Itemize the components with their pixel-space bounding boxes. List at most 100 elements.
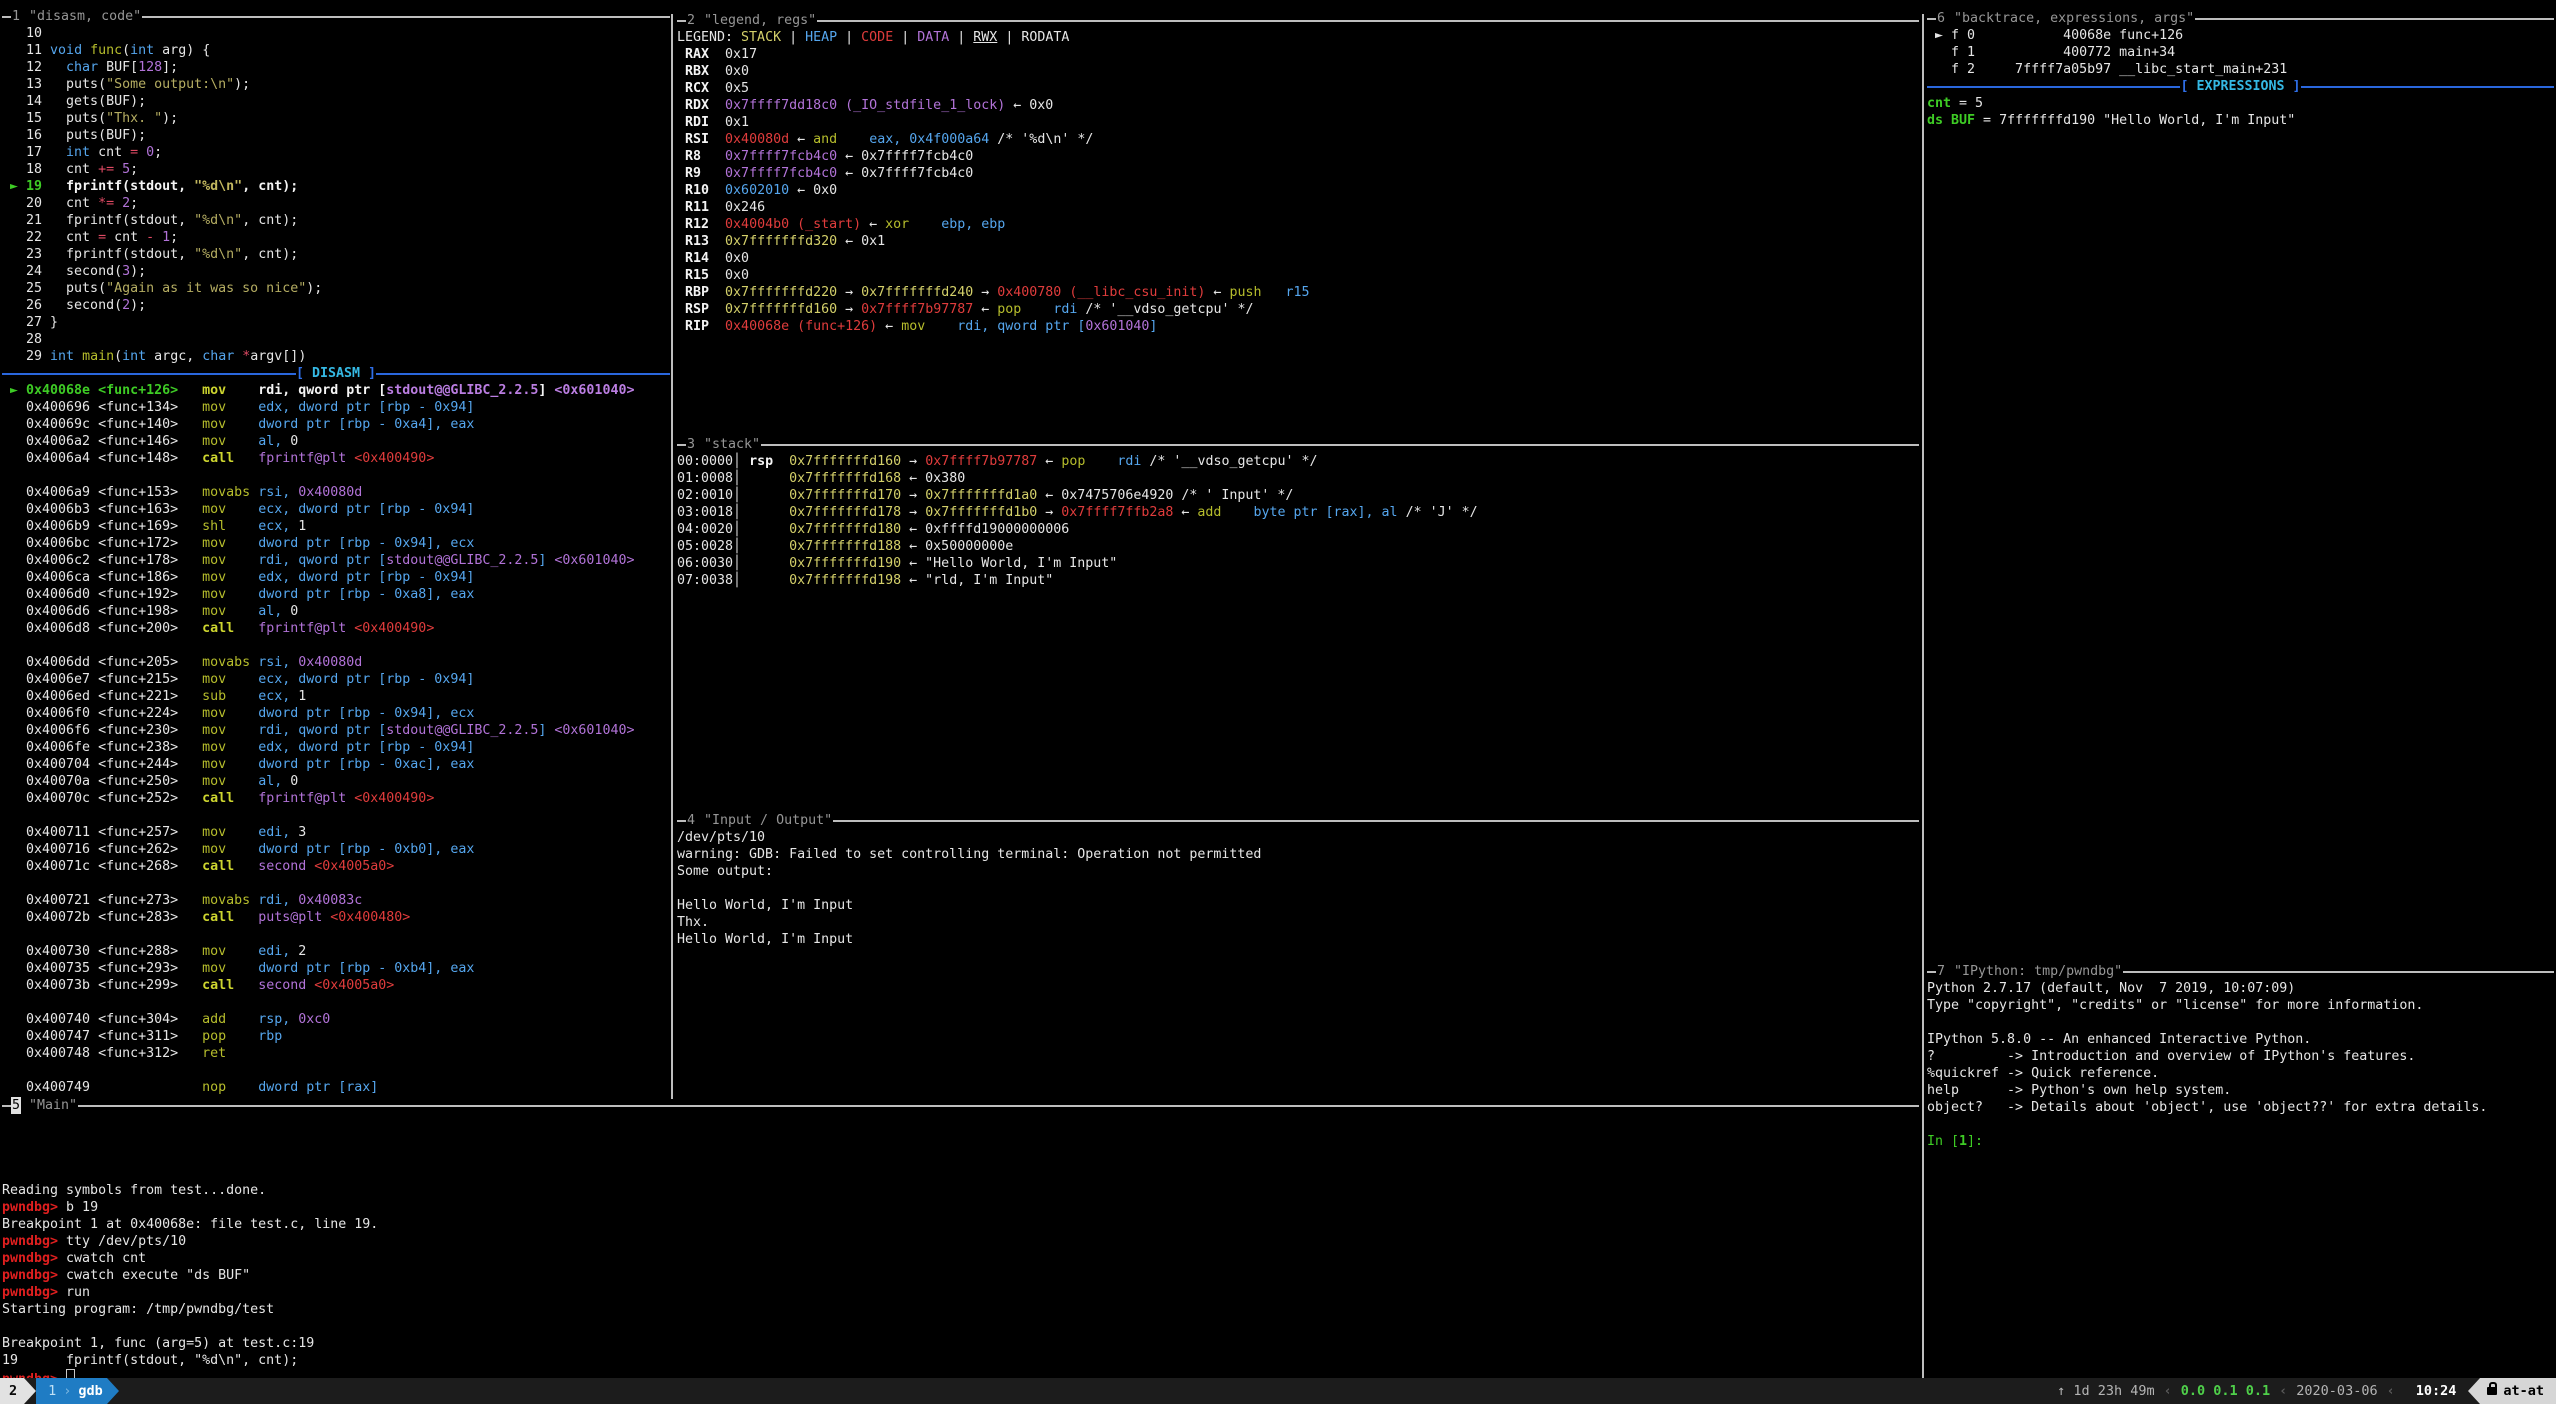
terminal-blank-line	[2, 1318, 1919, 1335]
terminal-line: 0x400748 <func+312> ret	[2, 1045, 670, 1062]
terminal-line: R13 0x7fffffffd320 ← 0x1	[677, 233, 1919, 250]
pane-backtrace-expressions[interactable]: 6 "backtrace, expressions, args" ► f 0 4…	[1927, 10, 2554, 129]
terminal-blank-line	[1927, 1014, 2554, 1031]
terminal-line: 0x40070c <func+252> call fprintf@plt <0x…	[2, 790, 670, 807]
terminal-line: 02:0010│ 0x7fffffffd170 → 0x7fffffffd1a0…	[677, 487, 1919, 504]
terminal-line: pwndbg> cwatch execute "ds BUF"	[2, 1267, 1919, 1284]
terminal-line: 0x40070a <func+250> mov al, 0	[2, 773, 670, 790]
terminal-line: R15 0x0	[677, 267, 1919, 284]
tmux-session-badge[interactable]: 2	[0, 1378, 24, 1404]
terminal-line: 18 cnt += 5;	[2, 161, 670, 178]
lock-icon	[2487, 1387, 2497, 1395]
pane-legend-regs[interactable]: 2 "legend, regs"LEGEND: STACK | HEAP | C…	[677, 12, 1919, 335]
terminal-line: 17 int cnt = 0;	[2, 144, 670, 161]
pane-stack[interactable]: 3 "stack"00:0000│ rsp 0x7fffffffd160 → 0…	[677, 436, 1919, 589]
terminal-line: 0x400735 <func+293> mov dword ptr [rbp -…	[2, 960, 670, 977]
pane-title: 2 "legend, regs"	[677, 12, 1919, 29]
terminal-line: 0x4006e7 <func+215> mov ecx, dword ptr […	[2, 671, 670, 688]
pane-main-gdb-console[interactable]: 5 "Main"Reading symbols from test...done…	[2, 1097, 1919, 1386]
terminal-line: 0x400704 <func+244> mov dword ptr [rbp -…	[2, 756, 670, 773]
terminal-line: R11 0x246	[677, 199, 1919, 216]
date-indicator: 2020-03-06	[2296, 1383, 2377, 1399]
terminal-line: RSI 0x40080d ← and eax, 0x4f000a64 /* '%…	[677, 131, 1919, 148]
terminal-line: Reading symbols from test...done.	[2, 1182, 1919, 1199]
pane-divider-vertical-left[interactable]	[671, 14, 673, 1099]
tmux-window-tab-gdb[interactable]: 1 › gdb	[36, 1378, 107, 1404]
terminal-line: 0x4006a4 <func+148> call fprintf@plt <0x…	[2, 450, 670, 467]
terminal-line: 11 void func(int arg) {	[2, 42, 670, 59]
terminal-line: 19 fprintf(stdout, "%d\n", cnt);	[2, 1352, 1919, 1369]
status-left: 2 1 › gdb	[0, 1378, 119, 1404]
terminal-blank-line	[1927, 1116, 2554, 1133]
terminal-line: 0x4006d0 <func+192> mov dword ptr [rbp -…	[2, 586, 670, 603]
terminal-line: 10	[2, 25, 670, 42]
terminal-line: 15 puts("Thx. ");	[2, 110, 670, 127]
terminal-line: 0x4006b3 <func+163> mov ecx, dword ptr […	[2, 501, 670, 518]
terminal-line: 0x40073b <func+299> call second <0x4005a…	[2, 977, 670, 994]
terminal-blank-line	[2, 1114, 1919, 1131]
terminal-line: 24 second(3);	[2, 263, 670, 280]
pane-divider-vertical-right[interactable]	[1922, 14, 1924, 1378]
terminal-blank-line	[2, 926, 670, 943]
pane-disasm-code[interactable]: 1 "disasm, code" 10 11 void func(int arg…	[2, 8, 670, 1096]
terminal-line: 03:0018│ 0x7fffffffd178 → 0x7fffffffd1b0…	[677, 504, 1919, 521]
terminal-line: 14 gets(BUF);	[2, 93, 670, 110]
hostname: at-at	[2503, 1378, 2544, 1404]
terminal-blank-line	[2, 807, 670, 824]
terminal-line: ► f 0 40068e func+126	[1927, 27, 2554, 44]
powerline-arrow-icon	[2468, 1378, 2480, 1404]
terminal-line: pwndbg> cwatch cnt	[2, 1250, 1919, 1267]
terminal-line: object? -> Details about 'object', use '…	[1927, 1099, 2554, 1116]
uptime-indicator: ↑ 1d 23h 49m	[2057, 1383, 2155, 1399]
terminal-line: 0x400721 <func+273> movabs rdi, 0x40083c	[2, 892, 670, 909]
terminal-line: R12 0x4004b0 (_start) ← xor ebp, ebp	[677, 216, 1919, 233]
terminal-line: RAX 0x17	[677, 46, 1919, 63]
terminal-line: 12 char BUF[128];	[2, 59, 670, 76]
chevron-left-icon: ‹	[2155, 1383, 2181, 1399]
terminal-line: 0x4006fe <func+238> mov edx, dword ptr […	[2, 739, 670, 756]
terminal-line: LEGEND: STACK | HEAP | CODE | DATA | RWX…	[677, 29, 1919, 46]
terminal-blank-line	[2, 467, 670, 484]
terminal-line: 13 puts("Some output:\n");	[2, 76, 670, 93]
pane-input-output[interactable]: 4 "Input / Output"/dev/pts/10warning: GD…	[677, 812, 1919, 948]
terminal-line: f 1 400772 main+34	[1927, 44, 2554, 61]
terminal-line: 0x400740 <func+304> add rsp, 0xc0	[2, 1011, 670, 1028]
terminal-line: 0x400716 <func+262> mov dword ptr [rbp -…	[2, 841, 670, 858]
chevron-right-icon: ›	[56, 1378, 78, 1404]
terminal-line: R10 0x602010 ← 0x0	[677, 182, 1919, 199]
terminal-line: RDI 0x1	[677, 114, 1919, 131]
terminal-line: RSP 0x7fffffffd160 → 0x7ffff7b97787 ← po…	[677, 301, 1919, 318]
pane-title: 7 "IPython: tmp/pwndbg"	[1927, 963, 2554, 980]
pane-title: 4 "Input / Output"	[677, 812, 1919, 829]
terminal-line: 16 puts(BUF);	[2, 127, 670, 144]
terminal-line: 0x4006bc <func+172> mov dword ptr [rbp -…	[2, 535, 670, 552]
window-name: gdb	[78, 1378, 102, 1404]
terminal-line: R9 0x7ffff7fcb4c0 ← 0x7ffff7fcb4c0	[677, 165, 1919, 182]
terminal-line: Type "copyright", "credits" or "license"…	[1927, 997, 2554, 1014]
terminal-line: 00:0000│ rsp 0x7fffffffd160 → 0x7ffff7b9…	[677, 453, 1919, 470]
terminal-line: Breakpoint 1 at 0x40068e: file test.c, l…	[2, 1216, 1919, 1233]
terminal-blank-line	[2, 637, 670, 654]
pane-ipython[interactable]: 7 "IPython: tmp/pwndbg"Python 2.7.17 (de…	[1927, 963, 2554, 1150]
session-number: 2	[9, 1378, 17, 1404]
terminal-line: 0x4006dd <func+205> movabs rsi, 0x40080d	[2, 654, 670, 671]
terminal-line: R8 0x7ffff7fcb4c0 ← 0x7ffff7fcb4c0	[677, 148, 1919, 165]
terminal-line: 0x400730 <func+288> mov edi, 2	[2, 943, 670, 960]
terminal-line: Thx.	[677, 914, 1919, 931]
terminal-line: f 2 7ffff7a05b97 __libc_start_main+231	[1927, 61, 2554, 78]
terminal-line: ? -> Introduction and overview of IPytho…	[1927, 1048, 2554, 1065]
terminal-line: 0x4006d8 <func+200> call fprintf@plt <0x…	[2, 620, 670, 637]
terminal-blank-line	[677, 880, 1919, 897]
terminal-blank-line	[2, 1165, 1919, 1182]
terminal-line: 29 int main(int argc, char *argv[])	[2, 348, 670, 365]
terminal-line: warning: GDB: Failed to set controlling …	[677, 846, 1919, 863]
clock: 10:24	[2404, 1383, 2469, 1399]
pane-title: 6 "backtrace, expressions, args"	[1927, 10, 2554, 27]
terminal-line: /dev/pts/10	[677, 829, 1919, 846]
terminal-line: pwndbg> tty /dev/pts/10	[2, 1233, 1919, 1250]
terminal-line: Starting program: /tmp/pwndbg/test	[2, 1301, 1919, 1318]
terminal-blank-line	[2, 1148, 1919, 1165]
terminal-line: 20 cnt *= 2;	[2, 195, 670, 212]
terminal-line: RBX 0x0	[677, 63, 1919, 80]
terminal-line: 0x4006f6 <func+230> mov rdi, qword ptr […	[2, 722, 670, 739]
